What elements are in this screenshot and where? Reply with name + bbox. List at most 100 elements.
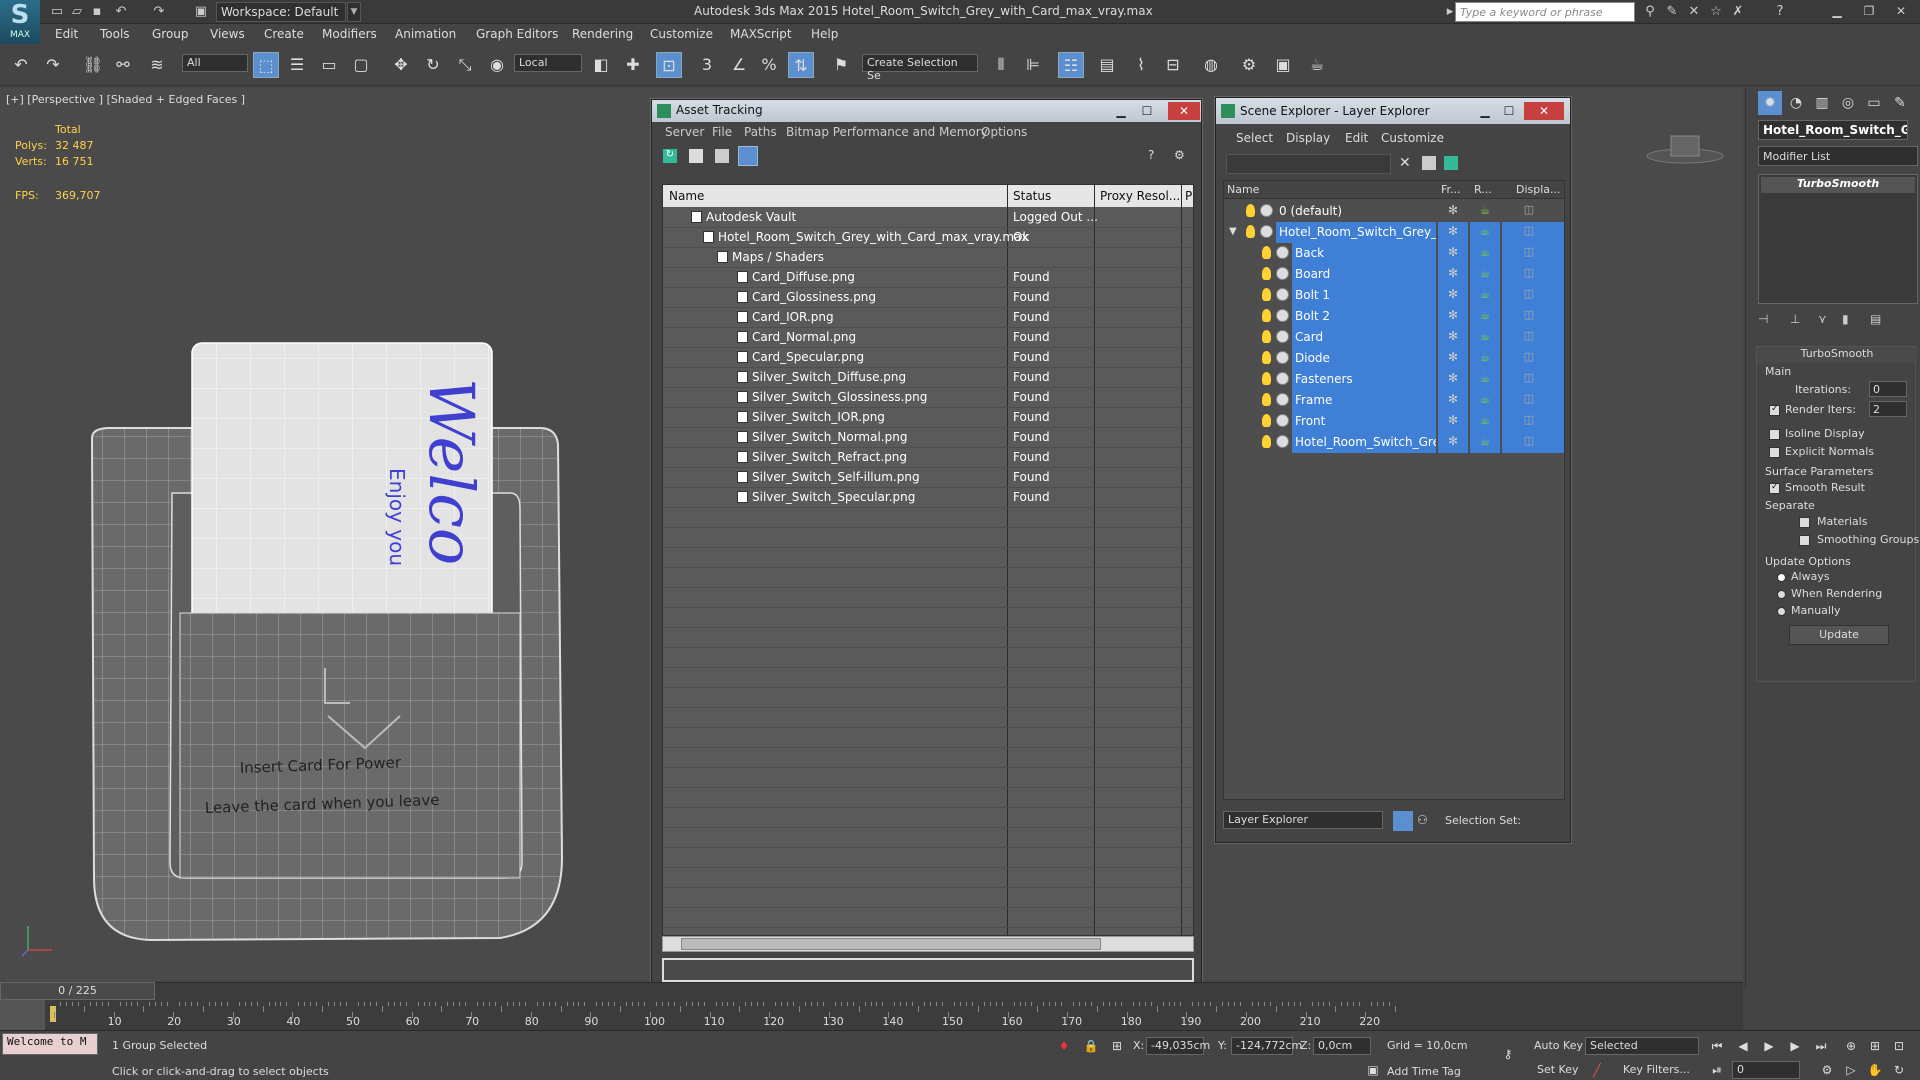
mini-curve-editor-icon[interactable]: [0, 1000, 45, 1030]
asset-row[interactable]: Silver_Switch_Specular.png Found: [663, 487, 1193, 507]
create-tab-icon[interactable]: ✹: [1758, 91, 1782, 115]
curve-editor-icon[interactable]: ⌇: [1128, 52, 1154, 78]
configure-sets-icon[interactable]: ▤: [1870, 312, 1881, 326]
schematic-view-icon[interactable]: ⊟: [1160, 52, 1186, 78]
renderable-teapot-icon[interactable]: ☕: [1475, 266, 1495, 280]
align-icon[interactable]: ⊫: [1020, 52, 1046, 78]
always-radio[interactable]: [1777, 573, 1786, 582]
switch-model[interactable]: Welco Enjoy you Insert Card For Power Le…: [80, 238, 570, 948]
undo-icon[interactable]: ↶: [112, 3, 130, 21]
pan-icon[interactable]: ✋: [1866, 1061, 1884, 1079]
utilities-tab-icon[interactable]: ✎: [1888, 91, 1912, 115]
edit-named-sel-icon[interactable]: ⚑: [828, 52, 854, 78]
show-end-result-icon[interactable]: ⊥: [1790, 312, 1800, 326]
freeze-icon[interactable]: ✻: [1443, 371, 1463, 385]
scene-row[interactable]: Card ✻ ☕ ◫: [1224, 327, 1564, 348]
when-rendering-radio[interactable]: [1777, 590, 1786, 599]
redo-icon[interactable]: ↷: [40, 52, 66, 78]
visibility-bulb-icon[interactable]: [1262, 351, 1271, 364]
asset-row[interactable]: Card_IOR.png Found: [663, 307, 1193, 327]
restore-button[interactable]: ❐: [1854, 1, 1884, 21]
percent-snap-icon[interactable]: %: [756, 52, 782, 78]
explorer-dropdown[interactable]: Layer Explorer: [1223, 811, 1383, 829]
select-by-name-icon[interactable]: ☰: [284, 52, 310, 78]
update-button[interactable]: Update: [1789, 625, 1889, 645]
render-iters-checkbox[interactable]: ✓: [1769, 404, 1780, 416]
hierarchy-icon[interactable]: ⚇: [1417, 813, 1431, 827]
scene-row[interactable]: Back ✻ ☕ ◫: [1224, 243, 1564, 264]
display-box-icon[interactable]: ◫: [1519, 224, 1539, 237]
refresh-icon[interactable]: ↻: [663, 149, 677, 163]
visibility-bulb-icon[interactable]: [1262, 330, 1271, 343]
scene-search-input[interactable]: [1226, 154, 1391, 174]
freeze-icon[interactable]: ✻: [1443, 245, 1463, 259]
chevron-down-icon[interactable]: ▼: [347, 2, 361, 22]
scene-row[interactable]: Bolt 2 ✻ ☕ ◫: [1224, 306, 1564, 327]
asset-row[interactable]: Card_Normal.png Found: [663, 327, 1193, 347]
visibility-bulb-icon[interactable]: [1262, 246, 1271, 259]
save-icon[interactable]: ▪: [88, 3, 106, 21]
zoom-extents-icon[interactable]: ⊡: [1890, 1037, 1908, 1055]
help-icon[interactable]: ?: [1148, 148, 1164, 164]
goto-start-icon[interactable]: ⏮: [1708, 1037, 1726, 1055]
visibility-bulb-icon[interactable]: [1262, 309, 1271, 322]
time-marker[interactable]: [50, 1006, 56, 1022]
scene-menu-select[interactable]: Select: [1236, 131, 1273, 145]
rect-selection-icon[interactable]: ▭: [316, 52, 342, 78]
renderable-teapot-icon[interactable]: ☕: [1475, 203, 1495, 217]
materials-checkbox[interactable]: [1799, 517, 1810, 528]
menu-views[interactable]: Views: [210, 27, 245, 41]
display-box-icon[interactable]: ◫: [1519, 434, 1539, 447]
link-icon[interactable]: ⛓: [80, 52, 106, 78]
menu-help[interactable]: Help: [811, 27, 838, 41]
window-crossing-icon[interactable]: ▢: [348, 52, 374, 78]
freeze-icon[interactable]: ✻: [1443, 224, 1463, 238]
app-logo[interactable]: S MAX: [0, 0, 40, 44]
freeze-icon[interactable]: ✻: [1443, 203, 1463, 217]
modifier-list-dropdown[interactable]: Modifier List: [1758, 146, 1918, 166]
col-display[interactable]: Displa...: [1516, 183, 1561, 196]
rotate-icon[interactable]: ↻: [420, 52, 446, 78]
place-icon[interactable]: ◉: [484, 52, 510, 78]
menu-rendering[interactable]: Rendering: [572, 27, 633, 41]
exchange-icon[interactable]: ✕: [1684, 3, 1704, 21]
select-object-icon[interactable]: ⬚: [253, 52, 279, 78]
col-frozen[interactable]: Fr...: [1441, 183, 1461, 196]
isolate-icon[interactable]: ♦: [1055, 1037, 1073, 1055]
angle-snap-icon[interactable]: ∠: [726, 52, 752, 78]
selection-filter-dropdown[interactable]: All: [182, 54, 248, 72]
make-unique-icon[interactable]: ⋎: [1818, 312, 1827, 326]
clear-search-icon[interactable]: ✕: [1399, 155, 1411, 171]
display-box-icon[interactable]: ◫: [1519, 413, 1539, 426]
menu-maxscript[interactable]: MAXScript: [730, 27, 792, 41]
filter-icon[interactable]: [1422, 156, 1436, 170]
workspace-dropdown[interactable]: Workspace: Default: [216, 2, 346, 22]
col-name[interactable]: Name: [1227, 183, 1259, 196]
trackbar[interactable]: 10 20 30 40 50 60 70 80 90 100 110 120 130 140 150 160 1…: [0, 1000, 1743, 1030]
display-box-icon[interactable]: ◫: [1519, 329, 1539, 342]
menu-graph-editors[interactable]: Graph Editors: [476, 27, 558, 41]
menu-create[interactable]: Create: [264, 27, 304, 41]
manually-radio[interactable]: [1777, 607, 1786, 616]
asset-row[interactable]: Silver_Switch_Refract.png Found: [663, 447, 1193, 467]
close-button[interactable]: ✕: [1886, 1, 1916, 21]
scene-row[interactable]: 0 (default) ✻ ☕ ◫: [1224, 201, 1564, 222]
binoculars-icon[interactable]: ⚲: [1640, 3, 1660, 21]
pivot-icon[interactable]: ◧: [588, 52, 614, 78]
visibility-bulb-icon[interactable]: [1262, 288, 1271, 301]
ref-coord-dropdown[interactable]: Local: [514, 54, 582, 72]
time-slider-track[interactable]: [0, 982, 1743, 1000]
mirror-icon[interactable]: ⫴: [988, 52, 1014, 78]
col-status[interactable]: Status: [1013, 189, 1051, 203]
redo-icon[interactable]: ↷: [150, 3, 168, 21]
tools-icon[interactable]: ✎: [1662, 3, 1682, 21]
asset-row[interactable]: Silver_Switch_Self-illum.png Found: [663, 467, 1193, 487]
maxscript-listener[interactable]: Welcome to M: [2, 1033, 98, 1055]
renderable-teapot-icon[interactable]: ☕: [1475, 287, 1495, 301]
goto-end-icon[interactable]: ⏭: [1812, 1037, 1830, 1055]
freeze-icon[interactable]: ✻: [1443, 392, 1463, 406]
list-view-icon[interactable]: [689, 149, 703, 163]
viewcube-icon[interactable]: [1645, 128, 1725, 168]
renderable-teapot-icon[interactable]: ☕: [1475, 392, 1495, 406]
time-config-icon[interactable]: ⚙: [1818, 1061, 1836, 1079]
